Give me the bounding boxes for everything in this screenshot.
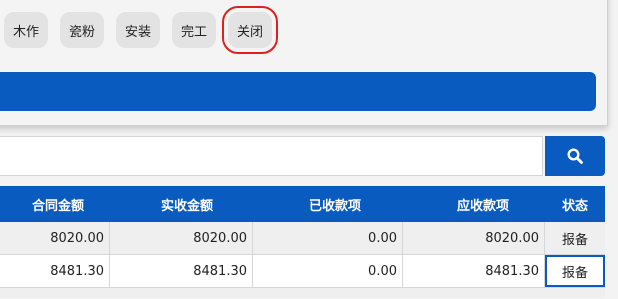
status-button-tiling[interactable]: 瓷粉: [60, 12, 104, 48]
header-receivable-items: 应收款项: [456, 198, 509, 214]
cell-paid-items: 0.00: [253, 222, 403, 254]
cell-paid-items: 0.00: [253, 255, 403, 287]
cell-received-amount: 8481.30: [110, 255, 253, 287]
header-status: 状态: [561, 198, 588, 214]
status-button-closed[interactable]: 关闭: [222, 6, 278, 54]
cell-status[interactable]: 报备: [545, 255, 605, 287]
status-button-install[interactable]: 安装: [116, 12, 160, 48]
status-button-row: 木作 瓷粉 安装 完工 关闭: [4, 6, 278, 54]
cell-received-amount: 8020.00: [110, 222, 253, 254]
header-contract-amount: 合同金额: [31, 198, 84, 214]
cell-receivable-items: 8020.00: [403, 222, 545, 254]
payments-table: 合同金额 实收金额 已收款项 应收款项 状态 8020.00 8020.00 0…: [0, 186, 605, 298]
table-row[interactable]: 8020.00 8020.00 0.00 8020.00 报备: [0, 222, 605, 255]
search-button[interactable]: [545, 136, 605, 176]
status-button-carpentry[interactable]: 木作: [4, 12, 48, 48]
status-filter-panel: 木作 瓷粉 安装 完工 关闭: [0, 0, 608, 126]
status-button-complete[interactable]: 完工: [172, 12, 216, 48]
table-row: [0, 288, 605, 298]
table-header: 合同金额 实收金额 已收款项 应收款项 状态: [0, 186, 605, 222]
cell-contract-amount: 8481.30: [0, 255, 110, 287]
cell-receivable-items: 8481.30: [403, 255, 545, 287]
table-row[interactable]: 8481.30 8481.30 0.00 8481.30 报备: [0, 255, 605, 288]
header-paid-items: 已收款项: [308, 198, 361, 214]
cell-status[interactable]: 报备: [545, 222, 605, 254]
search-icon: [567, 148, 583, 164]
cell-contract-amount: 8020.00: [0, 222, 110, 254]
search-input[interactable]: [0, 136, 543, 176]
header-received-amount: 实收金额: [160, 198, 213, 214]
panel-confirm-bar[interactable]: [0, 72, 596, 111]
